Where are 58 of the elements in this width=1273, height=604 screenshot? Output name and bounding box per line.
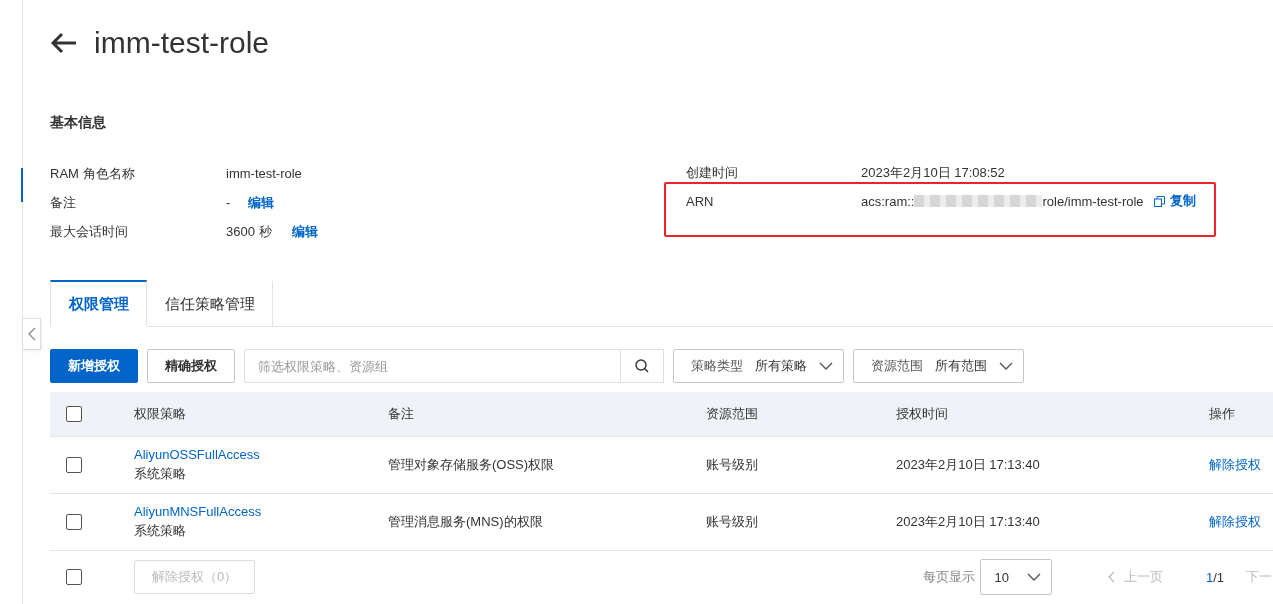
column-header: 授权时间	[896, 406, 948, 421]
table-cell: 2023年2月10日 17:13:40	[896, 457, 1040, 472]
field-value: 2023年2月10日 17:08:52	[861, 164, 1005, 182]
field-label: 备注	[50, 193, 77, 212]
back-arrow-icon[interactable]	[50, 32, 78, 54]
section-heading: 基本信息	[50, 114, 107, 132]
filter-dropdown[interactable]: 资源范围 所有范围	[853, 349, 1024, 383]
table-cell: 账号级别	[706, 457, 758, 472]
page-size-dropdown[interactable]: 10	[980, 559, 1052, 595]
copy-link[interactable]: 复制	[1169, 192, 1196, 210]
table-cell: 管理消息服务(MNS)的权限	[388, 514, 543, 529]
collapse-toggle[interactable]	[23, 318, 41, 350]
table-cell: 管理对象存储服务(OSS)权限	[388, 457, 555, 472]
select-all-checkbox[interactable]	[66, 406, 82, 422]
arn-suffix: role/imm-test-role	[1042, 193, 1144, 209]
row-checkbox[interactable]	[66, 514, 82, 530]
field-label: 创建时间	[686, 164, 739, 182]
field-value: 3600 秒	[226, 222, 272, 241]
search-field[interactable]: 筛选权限策略、资源组	[244, 349, 621, 383]
edit-link[interactable]: 编辑	[248, 193, 275, 212]
chevron-down-icon	[999, 362, 1013, 370]
filter-dropdown[interactable]: 策略类型 所有策略	[673, 349, 844, 383]
select-all-checkbox[interactable]	[66, 569, 82, 585]
field-label: RAM 角色名称	[50, 164, 136, 183]
chevron-down-icon	[819, 362, 833, 370]
add-grant-button[interactable]: 新增授权	[50, 349, 138, 383]
column-header: 操作	[1209, 406, 1235, 421]
table-cell-text: 系统策略	[134, 522, 187, 540]
table-cell-text: 系统策略	[134, 465, 187, 483]
chevron-down-icon	[1026, 573, 1041, 581]
edit-link[interactable]: 编辑	[291, 222, 318, 241]
field-label: ARN	[686, 193, 715, 209]
column-header: 备注	[388, 406, 414, 421]
chevron-left-icon	[1107, 571, 1115, 583]
revoke-link[interactable]: 解除授权	[1209, 457, 1261, 472]
column-header: 资源范围	[706, 406, 758, 421]
page-title: imm-test-role	[94, 26, 269, 60]
policy-link[interactable]: AliyunMNSFullAccess	[134, 504, 388, 519]
row-checkbox[interactable]	[66, 457, 82, 473]
precise-grant-button[interactable]: 精确授权	[147, 349, 235, 383]
table-cell: 账号级别	[706, 514, 758, 529]
chevron-left-icon	[27, 327, 36, 341]
search-button[interactable]	[621, 349, 664, 383]
column-header: 权限策略	[134, 406, 186, 421]
table-cell: 2023年2月10日 17:13:40	[896, 514, 1040, 529]
field-value: imm-test-role	[226, 166, 302, 181]
policy-link[interactable]: AliyunOSSFullAccess	[134, 447, 388, 462]
field-value: -	[226, 195, 231, 210]
page-total: /1	[1213, 569, 1224, 585]
revoke-link[interactable]: 解除授权	[1209, 514, 1261, 529]
tab[interactable]: 权限管理	[50, 280, 147, 327]
copy-icon[interactable]	[1153, 195, 1165, 207]
field-label: 最大会话时间	[50, 222, 129, 241]
page-size-label: 每页显示	[923, 568, 976, 586]
search-icon[interactable]	[635, 359, 649, 373]
tab[interactable]: 信任策略管理	[147, 280, 273, 327]
current-page: 1	[1205, 569, 1214, 585]
arn-prefix: acs:ram::	[861, 193, 915, 209]
